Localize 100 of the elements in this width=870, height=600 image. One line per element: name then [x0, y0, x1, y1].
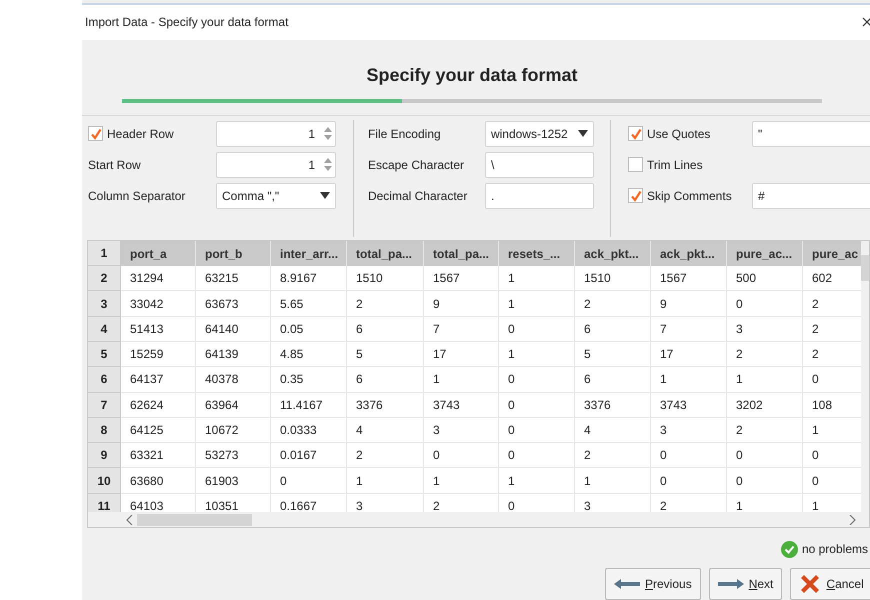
- right-arrow-icon: [718, 578, 744, 590]
- cancel-button[interactable]: Cancel: [790, 568, 870, 600]
- table-cell: 62624: [121, 392, 196, 418]
- table-cell: 0: [727, 443, 803, 468]
- down-arrow-icon[interactable]: [324, 166, 332, 172]
- table-cell: 6: [347, 316, 424, 342]
- option-label: File Encoding: [368, 126, 441, 143]
- table-cell: 6: [347, 367, 424, 393]
- status-text: no problems: [802, 541, 868, 558]
- table-cell: 63321: [121, 443, 196, 468]
- column-header[interactable]: resets_...: [499, 241, 575, 266]
- table-cell: 3376: [575, 392, 651, 418]
- text-field[interactable]: \: [484, 152, 594, 178]
- up-arrow-icon[interactable]: [324, 127, 332, 132]
- table-cell: 51413: [121, 316, 196, 342]
- table-cell: 0.0333: [271, 418, 347, 444]
- dropdown[interactable]: Comma ",": [216, 182, 336, 209]
- number-spinner[interactable]: 1: [216, 120, 336, 147]
- row-number: 11: [88, 494, 121, 512]
- text-field[interactable]: ": [752, 120, 870, 147]
- row-number: 9: [88, 443, 121, 468]
- table-cell: 63680: [121, 468, 196, 494]
- table-cell: 5: [575, 342, 651, 368]
- table-cell: 1510: [347, 266, 424, 292]
- table-cell: 64137: [121, 367, 196, 393]
- scroll-right-icon[interactable]: [849, 514, 857, 525]
- text-field[interactable]: #: [752, 182, 870, 209]
- row-number: 6: [88, 367, 121, 393]
- table-cell: 0: [499, 418, 575, 444]
- number-spinner[interactable]: 1: [216, 152, 336, 178]
- horizontal-scrollbar[interactable]: [88, 512, 869, 528]
- row-number: 7: [88, 392, 121, 418]
- down-arrow-icon[interactable]: [324, 135, 332, 140]
- table-cell: 3743: [424, 392, 499, 418]
- table-cell: 0: [651, 468, 727, 494]
- column-header[interactable]: pure_ac...: [727, 241, 803, 266]
- table-cell: 7: [651, 316, 727, 342]
- table-cell: 4: [347, 418, 424, 444]
- table-cell: 4: [575, 418, 651, 444]
- option-label: Column Separator: [88, 188, 186, 205]
- table-cell: 3202: [727, 392, 803, 418]
- column-header[interactable]: ack_pkt...: [651, 241, 727, 266]
- dropdown-caret-icon: [578, 130, 588, 138]
- table-cell: 6: [575, 316, 651, 342]
- option-label: Header Row: [107, 126, 174, 143]
- table-cell: 53273: [196, 443, 271, 468]
- next-button[interactable]: Next: [708, 568, 782, 600]
- table-cell: 3: [651, 418, 727, 444]
- table-cell: 1510: [575, 266, 651, 292]
- table-cell: 61903: [196, 468, 271, 494]
- table-cell: 1567: [424, 266, 499, 292]
- column-header[interactable]: total_pa...: [424, 241, 499, 266]
- table-cell: 5.65: [271, 291, 347, 317]
- table-cell: 0: [499, 443, 575, 468]
- checkbox[interactable]: [628, 188, 643, 204]
- table-cell: 1: [651, 367, 727, 393]
- table-cell: 40378: [196, 367, 271, 393]
- table-cell: 7: [424, 316, 499, 342]
- vertical-scrollbar[interactable]: [861, 241, 869, 512]
- table-cell: 9: [424, 291, 499, 317]
- scroll-left-icon[interactable]: [125, 514, 133, 525]
- table-cell: 31294: [121, 266, 196, 292]
- table-cell: 1: [499, 266, 575, 292]
- table-cell: 0: [271, 468, 347, 494]
- table-cell: 63215: [196, 266, 271, 292]
- column-header[interactable]: total_pa...: [347, 241, 424, 266]
- table-cell: 17: [651, 342, 727, 368]
- column-header[interactable]: ack_pkt...: [575, 241, 651, 266]
- table-cell: 2: [575, 291, 651, 317]
- up-arrow-icon[interactable]: [324, 158, 332, 164]
- column-header[interactable]: port_a: [121, 241, 196, 266]
- text-field[interactable]: .: [484, 182, 594, 209]
- column-header[interactable]: port_b: [196, 241, 271, 266]
- option-label: Escape Character: [368, 156, 464, 174]
- table-cell: 0: [651, 443, 727, 468]
- close-icon[interactable]: [862, 17, 870, 28]
- column-header[interactable]: pure_ac: [803, 241, 861, 266]
- table-cell: 0.0167: [271, 443, 347, 468]
- table-cell: 0: [499, 316, 575, 342]
- checkbox[interactable]: [628, 126, 643, 142]
- dropdown[interactable]: windows-1252: [484, 120, 594, 147]
- option-label: Decimal Character: [368, 188, 468, 205]
- table-cell: 1: [499, 291, 575, 317]
- column-header[interactable]: inter_arr...: [271, 241, 347, 266]
- table-cell: 1: [575, 468, 651, 494]
- table-cell: 0: [499, 367, 575, 393]
- checkbox[interactable]: [88, 126, 103, 142]
- left-arrow-icon: [614, 578, 640, 590]
- page-heading: Specify your data format: [366, 64, 578, 87]
- table-cell: 5: [347, 342, 424, 368]
- table-cell: 0: [727, 468, 803, 494]
- table-cell: 33042: [121, 291, 196, 317]
- row-number: 4: [88, 316, 121, 342]
- table-cell: 1567: [651, 266, 727, 292]
- previous-button[interactable]: Previous: [605, 568, 701, 600]
- row-number: 2: [88, 266, 121, 292]
- checkbox[interactable]: [628, 157, 643, 172]
- table-cell: 64140: [196, 316, 271, 342]
- table-cell: 1: [424, 468, 499, 494]
- table-cell: 1: [424, 367, 499, 393]
